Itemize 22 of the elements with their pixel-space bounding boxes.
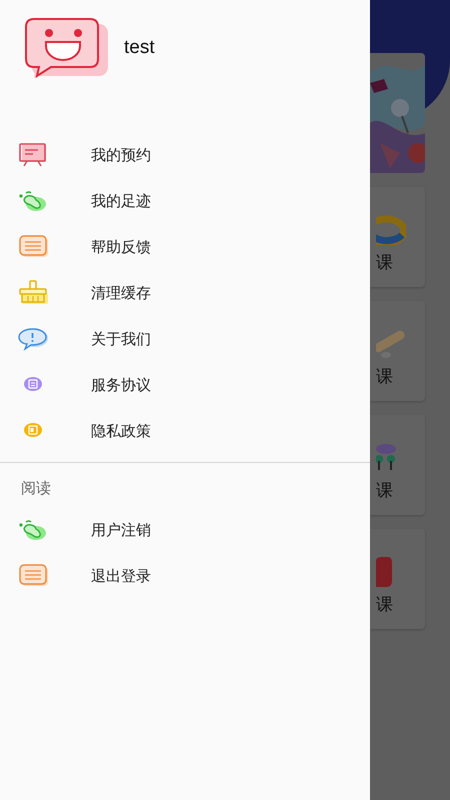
section-title: 阅读	[20, 478, 52, 497]
course-title: 课	[376, 367, 394, 387]
menu-item[interactable]: 清理缓存	[0, 270, 370, 316]
username: test	[124, 37, 155, 59]
keyboard-icon	[18, 563, 50, 589]
course-title: 课	[376, 253, 394, 273]
ring-icon	[376, 215, 406, 245]
menu-item[interactable]: 关于我们	[0, 316, 370, 362]
broom-icon	[18, 280, 50, 306]
menu-item[interactable]: 用户注销	[0, 507, 370, 553]
keyboard-icon	[18, 234, 50, 260]
menu-item[interactable]: 我的足迹	[0, 178, 370, 224]
course-title: 课	[376, 481, 394, 501]
menu-item[interactable]: 退出登录	[0, 553, 370, 599]
menu-item[interactable]: 服务协议	[0, 362, 370, 408]
bandage-icon	[376, 329, 406, 359]
avatar-icon	[24, 16, 110, 80]
course-title: 课	[376, 595, 394, 615]
menu-item[interactable]: 隐私政策	[0, 408, 370, 454]
menu-item[interactable]: 帮助反馈	[0, 224, 370, 270]
menu-item[interactable]: 我的预约	[0, 132, 370, 178]
speech-bubble-icon	[18, 326, 50, 352]
